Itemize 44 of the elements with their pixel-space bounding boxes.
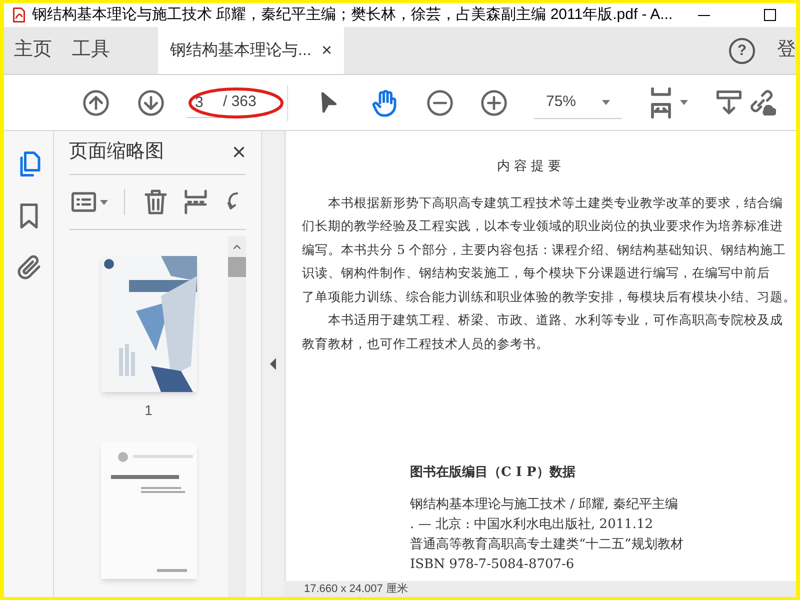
minimize-icon[interactable] [698,14,710,16]
scroll-mode-icon[interactable] [714,88,744,118]
cip-heading: 图书在版编目（C I P）数据 [409,464,576,482]
scrollbar-thumb[interactable] [228,257,246,277]
help-icon[interactable]: ? [729,38,755,64]
document-tab[interactable]: 钢结构基本理论与... × [158,27,344,74]
caret-icon[interactable] [100,200,108,204]
book-cover-thumbnail[interactable] [100,256,196,392]
body-text: 教育教材，也可作工程技术人员的参考书。 [302,336,549,350]
collapse-arrow-icon[interactable] [270,358,276,370]
zoom-value: 75% [546,92,576,112]
cip-line: ISBN 978-7-5084-8707-6 [409,556,576,574]
panel-title: 页面缩略图 [69,140,164,164]
panel-close-button[interactable]: × [232,140,246,164]
page-heading: 内 容 提 要 [496,158,562,176]
nav-tab[interactable]: 工具 [62,27,120,74]
caret-icon [602,100,610,104]
sign-in-label[interactable]: 登 [777,36,796,65]
cip-line: 钢结构基本理论与施工技术 / 邱耀, 秦纪平主编 [409,496,679,514]
page-size-label: 17.660 x 24.007 厘米 [304,582,408,597]
page-number-label: 1 [144,401,152,420]
maximize-icon[interactable] [764,9,776,21]
page-number-field[interactable]: 3 [187,88,221,118]
zoom-dropdown[interactable]: 75% [534,86,622,118]
body-text: 了单项能力训练、综合能力训练和职业体验的教学安排，每模块后有模块小结、习题。 [302,288,796,304]
body-text: 本书根据新形势下高职高专建筑工程技术等土建类专业教学改革的要求，结合编 [328,194,783,210]
pdf-app-icon [10,6,28,24]
help-symbol: ? [737,43,747,58]
body-text: 识读、钢构件制作、钢结构安装施工，每个模块下分课题进行编写，在编写中前后 [302,265,770,280]
document-tab-label: 钢结构基本理论与... [170,40,312,60]
cip-line: . — 北京 : 中国水利水电出版社, 2011.12 [409,516,654,534]
body-text: 本书适用于建筑工程、桥梁、市政、道路、水利等专业，可作高职高专院校及成 [328,312,783,327]
caret-icon[interactable] [680,100,688,105]
body-text: 们长期的教学经验及工程实践，以本专业领域的职业岗位的执业要求作为培养标准进 [302,218,783,233]
scrollbar[interactable] [228,236,246,597]
nav-tab[interactable]: 主页 [4,27,62,74]
page-total: / 363 [223,92,256,112]
title-page-thumbnail[interactable] [100,443,196,579]
window-title: 钢结构基本理论与施工技术 邱耀，秦纪平主编；樊长林，徐芸，占美森副主编 2011年版.pdf - A... [32,4,673,25]
tab-close-button[interactable]: × [321,37,332,64]
body-text: 编写。本书共分 5 个部分，主要内容包括：课程介绍、钢结构基础知识、钢结构施工 [302,242,786,256]
zoom-in-icon[interactable] [480,88,508,116]
zoom-out-icon[interactable] [426,88,454,116]
cip-line: 普通高等教育高职高专土建类“十二五”规划教材 [409,536,684,554]
